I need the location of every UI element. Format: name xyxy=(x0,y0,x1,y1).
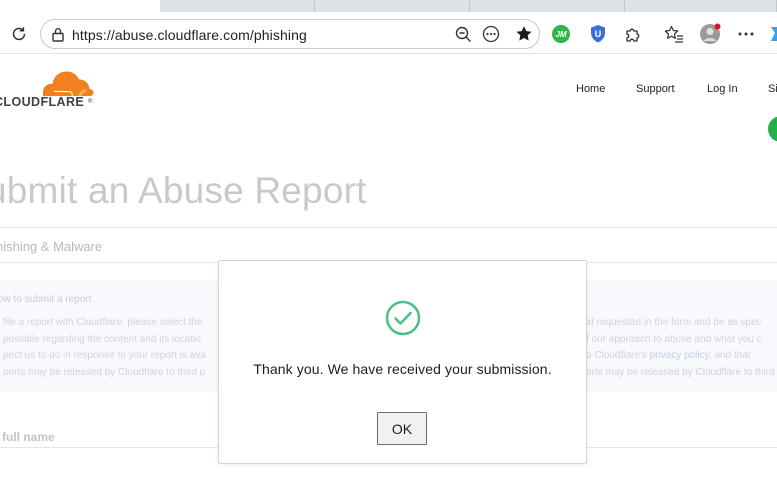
nav-support[interactable]: Support xyxy=(636,83,675,95)
browser-tab[interactable] xyxy=(160,0,315,12)
report-category: hishing & Malware xyxy=(0,239,103,254)
lock-icon[interactable] xyxy=(50,26,66,42)
divider xyxy=(0,227,777,228)
url-text[interactable]: https://abuse.cloudflare.com/phishing xyxy=(72,27,307,43)
floating-help-button[interactable] xyxy=(768,116,777,142)
ok-button[interactable]: OK xyxy=(377,412,427,445)
favorite-star-icon[interactable] xyxy=(515,25,533,43)
howto-line: f our approach to abuse and what you c xyxy=(586,333,762,345)
favorites-list-icon[interactable] xyxy=(663,24,685,44)
full-name-label: r full name xyxy=(0,430,55,444)
address-bar[interactable]: https://abuse.cloudflare.com/phishing xyxy=(40,19,540,49)
browser-tab[interactable] xyxy=(315,0,470,12)
howto-text-left: file a report with Cloudflare, please se… xyxy=(3,315,206,381)
howto-line: possible regarding the content and its l… xyxy=(3,333,201,345)
browser-tab[interactable] xyxy=(625,0,777,12)
howto-line: ld requested in the form and be as spec xyxy=(586,317,762,328)
more-page-actions-icon[interactable] xyxy=(482,25,500,43)
privacy-policy-link[interactable]: privacy policy xyxy=(650,350,709,361)
extensions-puzzle-icon[interactable] xyxy=(623,24,643,44)
howto-line: o Cloudflare's privacy policy, and that xyxy=(586,350,751,361)
settings-more-icon[interactable] xyxy=(736,24,756,44)
refresh-icon[interactable] xyxy=(8,23,30,45)
howto-text-right: ld requested in the form and be as spec … xyxy=(586,315,774,381)
copilot-icon[interactable] xyxy=(767,24,777,44)
howto-line: orts may be released by Cloudflare to th… xyxy=(586,366,775,378)
howto-line: pect us to do in response to your report… xyxy=(3,350,206,361)
shield-extension-label: U xyxy=(595,29,602,39)
zoom-out-icon[interactable] xyxy=(454,25,472,43)
browser-toolbar: https://abuse.cloudflare.com/phishing JM… xyxy=(0,12,777,54)
confirmation-dialog: Thank you. We have received your submiss… xyxy=(218,260,587,464)
profile-notification-dot xyxy=(714,23,721,30)
jm-extension-icon[interactable]: JM xyxy=(552,25,570,43)
shield-extension-icon[interactable]: U xyxy=(588,24,608,44)
howto-heading: ow to submit a report xyxy=(0,294,92,305)
confirmation-message: Thank you. We have received your submiss… xyxy=(253,361,552,377)
logo-wordmark: CLOUDFLARE xyxy=(0,95,85,109)
tab-strip xyxy=(0,0,777,12)
nav-log-in[interactable]: Log In xyxy=(707,83,738,95)
browser-tab[interactable] xyxy=(470,0,625,12)
success-check-icon xyxy=(385,300,421,336)
howto-line: ports may be released by Cloudflare to t… xyxy=(3,366,206,378)
nav-sign-up[interactable]: Si xyxy=(768,83,777,95)
howto-line: file a report with Cloudflare, please se… xyxy=(3,317,203,328)
profile-avatar-icon[interactable] xyxy=(699,23,721,45)
cloudflare-logo[interactable]: CLOUDFLARE ® xyxy=(0,66,100,110)
page-title: ubmit an Abuse Report xyxy=(0,170,367,211)
registered-mark: ® xyxy=(88,99,93,105)
active-tab[interactable] xyxy=(0,0,160,12)
nav-home[interactable]: Home xyxy=(576,83,605,95)
